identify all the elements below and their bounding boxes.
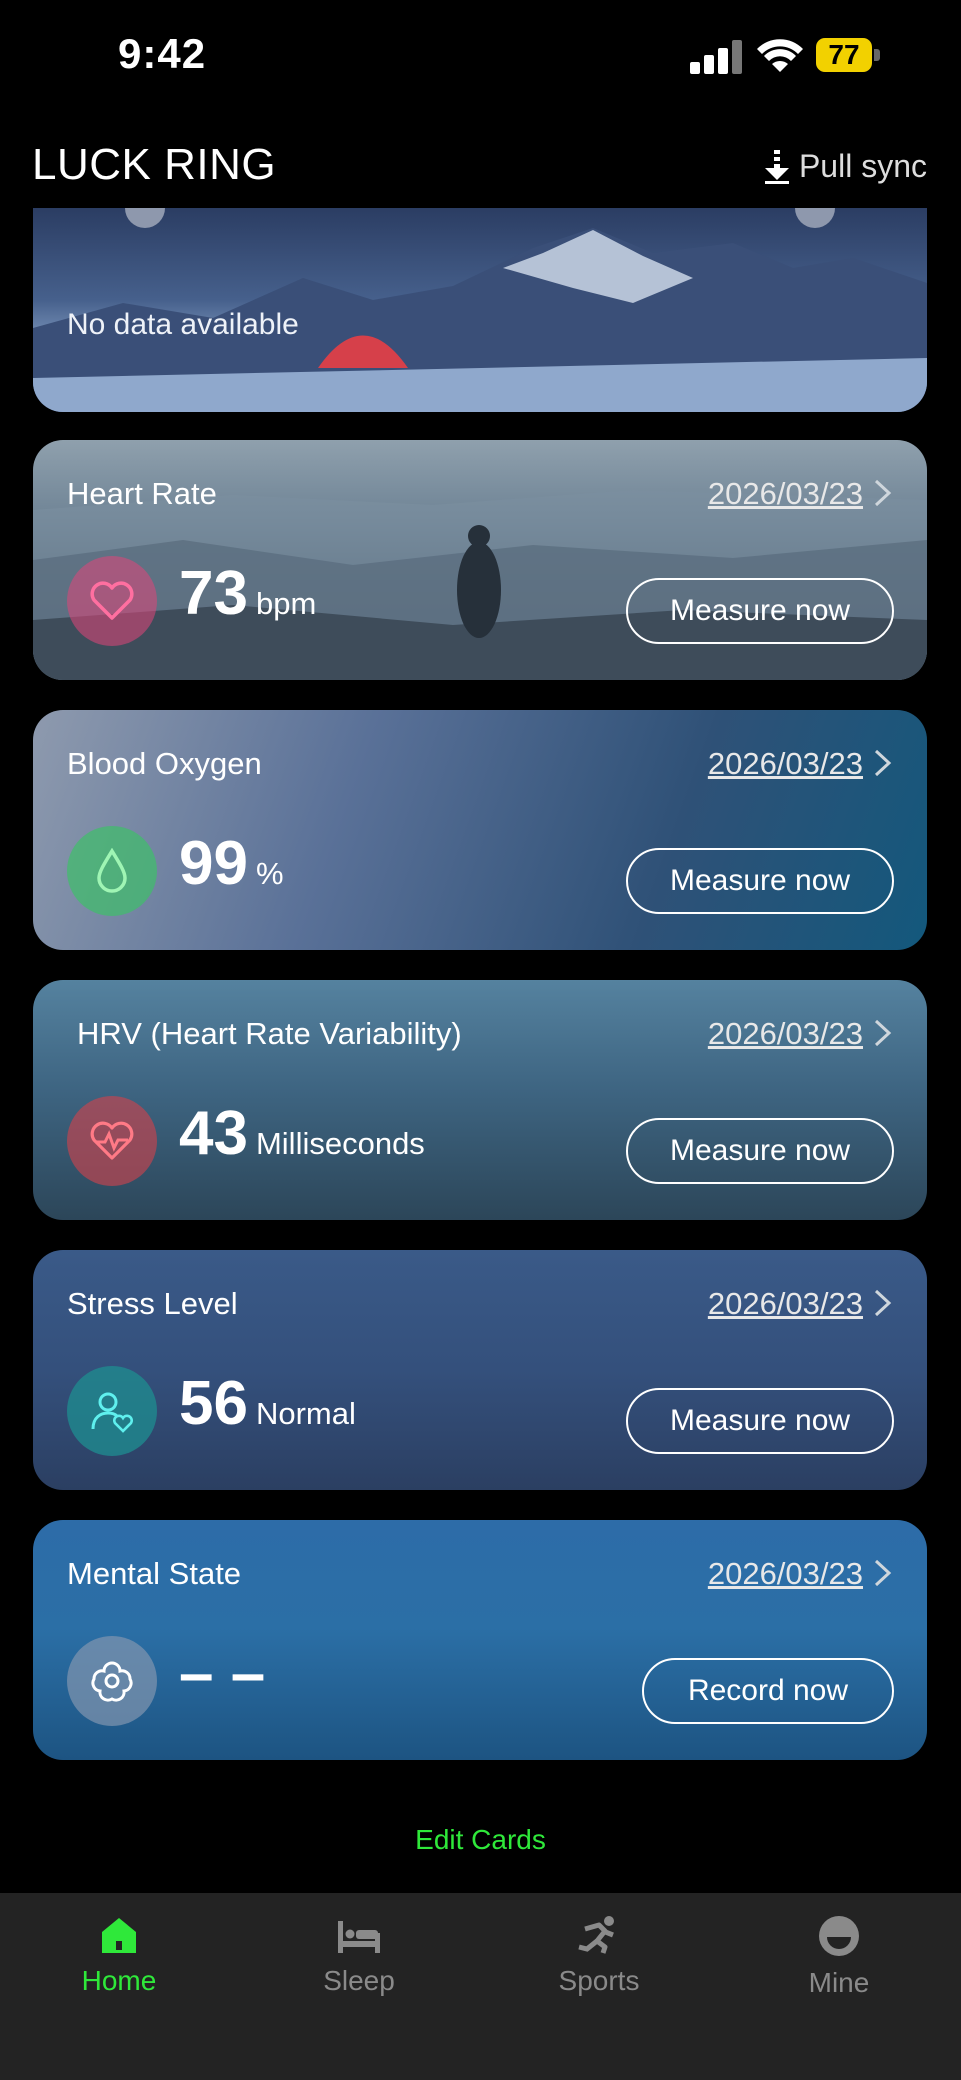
bed-icon bbox=[338, 1921, 380, 1953]
heart-pulse-icon bbox=[67, 1096, 157, 1186]
tab-mine[interactable]: Mine bbox=[739, 1915, 939, 1999]
pull-down-arrow-icon bbox=[764, 149, 789, 184]
edit-cards-button[interactable]: Edit Cards bbox=[0, 1824, 961, 1856]
flower-icon bbox=[67, 1636, 157, 1726]
value-unit: % bbox=[255, 856, 284, 891]
card-date-link[interactable]: 2026/03/23 bbox=[708, 1016, 863, 1052]
measure-now-button[interactable]: Measure now bbox=[626, 1118, 894, 1184]
blood-oxygen-card[interactable]: Blood Oxygen 2026/03/23 99% Measure now bbox=[33, 710, 927, 950]
heart-icon bbox=[67, 556, 157, 646]
tab-label: Home bbox=[81, 1965, 157, 1996]
tab-sleep[interactable]: Sleep bbox=[259, 1915, 459, 1997]
battery-nub bbox=[874, 49, 880, 61]
home-icon bbox=[102, 1918, 136, 1953]
heart-rate-card[interactable]: Heart Rate 2026/03/23 73 bpm Measure now bbox=[33, 440, 927, 680]
chevron-right-icon[interactable] bbox=[871, 478, 895, 508]
tab-label: Sports bbox=[558, 1965, 640, 1996]
value-unit: Milliseconds bbox=[255, 1126, 425, 1161]
record-now-button[interactable]: Record now bbox=[642, 1658, 894, 1724]
value-number: 56 bbox=[179, 1369, 248, 1438]
measure-now-button[interactable]: Measure now bbox=[626, 578, 894, 644]
chevron-right-icon[interactable] bbox=[871, 1558, 895, 1588]
stress-level-card[interactable]: Stress Level 2026/03/23 56 Normal Measure… bbox=[33, 1250, 927, 1490]
tab-label: Mine bbox=[808, 1967, 870, 1998]
person-heart-icon bbox=[67, 1366, 157, 1456]
droplet-icon bbox=[67, 826, 157, 916]
stress-level-value: 56 Normal bbox=[179, 1368, 356, 1439]
value-unit: Normal bbox=[255, 1396, 356, 1431]
mental-state-value: – – bbox=[179, 1638, 273, 1709]
card-title: HRV (Heart Rate Variability) bbox=[77, 1016, 462, 1051]
measure-now-button[interactable]: Measure now bbox=[626, 848, 894, 914]
card-title: Heart Rate bbox=[67, 476, 217, 511]
card-title: Blood Oxygen bbox=[67, 746, 262, 781]
hrv-card[interactable]: HRV (Heart Rate Variability) 2026/03/23 … bbox=[33, 980, 927, 1220]
tab-label: Sleep bbox=[323, 1965, 395, 1996]
card-date-link[interactable]: 2026/03/23 bbox=[708, 1556, 863, 1592]
value-number: 99 bbox=[179, 829, 248, 898]
chevron-right-icon[interactable] bbox=[871, 748, 895, 778]
status-time: 9:42 bbox=[118, 30, 207, 77]
heart-rate-value: 73 bpm bbox=[179, 558, 316, 629]
pull-sync-button[interactable]: Pull sync bbox=[764, 148, 927, 185]
tab-home[interactable]: Home bbox=[19, 1915, 219, 1997]
sleep-banner-card[interactable]: No data available bbox=[33, 208, 927, 412]
card-date-link[interactable]: 2026/03/23 bbox=[708, 746, 863, 782]
tab-sports[interactable]: Sports bbox=[499, 1915, 699, 1997]
measure-now-button[interactable]: Measure now bbox=[626, 1388, 894, 1454]
value-number: 73 bbox=[179, 559, 248, 628]
battery-icon: 77 bbox=[816, 38, 872, 72]
card-date-link[interactable]: 2026/03/23 bbox=[708, 1286, 863, 1322]
mental-state-card[interactable]: Mental State 2026/03/23 – – Record now bbox=[33, 1520, 927, 1760]
app-title: LUCK RING bbox=[32, 140, 277, 189]
banner-no-data-text: No data available bbox=[67, 308, 299, 341]
hrv-value: 43 Milliseconds bbox=[179, 1098, 425, 1169]
profile-icon bbox=[819, 1916, 859, 1956]
chevron-right-icon[interactable] bbox=[871, 1018, 895, 1048]
card-title: Mental State bbox=[67, 1556, 242, 1591]
value-unit: bpm bbox=[255, 586, 317, 621]
chevron-right-icon[interactable] bbox=[871, 1288, 895, 1318]
running-icon bbox=[578, 1916, 614, 1954]
cellular-signal-icon bbox=[690, 40, 744, 74]
blood-oxygen-value: 99% bbox=[179, 828, 284, 899]
status-bar: 9:42 77 bbox=[0, 0, 961, 110]
bottom-tab-bar: Home Sleep Sports Mine bbox=[0, 1893, 961, 2080]
value-number: 43 bbox=[179, 1099, 248, 1168]
value-number: – – bbox=[179, 1639, 266, 1708]
pull-sync-label: Pull sync bbox=[798, 148, 927, 184]
card-date-link[interactable]: 2026/03/23 bbox=[708, 476, 863, 512]
app-header: LUCK RING Pull sync bbox=[0, 130, 961, 210]
card-title: Stress Level bbox=[67, 1286, 238, 1321]
wifi-icon bbox=[757, 39, 803, 72]
